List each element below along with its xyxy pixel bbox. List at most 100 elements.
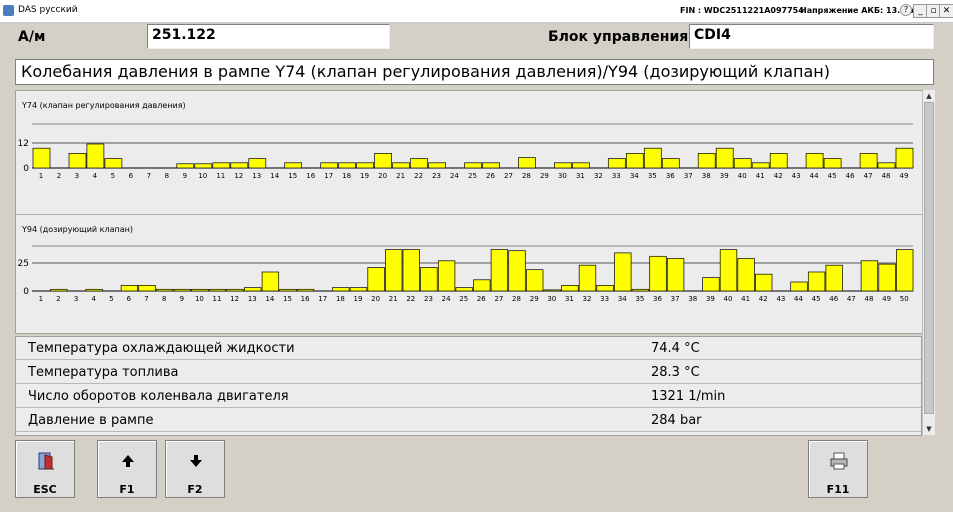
y74-bar [697, 153, 716, 169]
y74-bar [733, 158, 752, 169]
arrow-up-icon [122, 455, 134, 467]
y94-bar [807, 271, 826, 292]
y94-bar [473, 279, 491, 292]
y74-xtick-label: 36 [666, 172, 675, 180]
y94-xtick-label: 30 [547, 295, 556, 303]
y74-bar [607, 158, 626, 169]
y94-xtick-label: 34 [618, 295, 627, 303]
y94-bar [719, 249, 738, 292]
y94-bar [896, 249, 914, 292]
y94-xtick-label: 38 [688, 295, 697, 303]
param-name: Температура топлива [28, 365, 179, 380]
y74-xtick-label: 37 [684, 172, 693, 180]
y94-xtick-label: 50 [900, 295, 909, 303]
y94-xtick-label: 6 [127, 295, 132, 303]
y94-xtick-label: 43 [776, 295, 785, 303]
y74-xtick-label: 1 [39, 172, 43, 180]
y94-bar [561, 285, 579, 292]
y74-bar [751, 162, 770, 169]
y74-bar [428, 162, 446, 169]
y94-bar [296, 288, 315, 292]
y74-xtick-label: 40 [738, 172, 747, 180]
scroll-thumb[interactable] [924, 102, 934, 414]
y74-bar [392, 162, 410, 169]
y94-xtick-label: 7 [144, 295, 148, 303]
y94-bar [50, 288, 68, 292]
esc-button[interactable]: ESC [15, 440, 75, 498]
y74-bar [212, 162, 231, 169]
y74-ytick-label: 0 [23, 164, 29, 174]
y94-bar [420, 267, 438, 292]
y74-xtick-label: 38 [702, 172, 711, 180]
y94-xtick-label: 21 [389, 295, 398, 303]
y74-xtick-label: 12 [234, 172, 243, 180]
scroll-down-arrow-icon[interactable]: ▼ [923, 423, 935, 435]
y74-bar [554, 162, 572, 169]
y74-bar [176, 163, 195, 169]
y74-xtick-label: 26 [486, 172, 495, 180]
y94-xtick-label: 33 [600, 295, 609, 303]
y74-xtick-label: 28 [522, 172, 531, 180]
y74-bar [194, 163, 213, 169]
y94-bar [155, 288, 174, 292]
vertical-scrollbar[interactable]: ▲ ▼ [922, 90, 935, 435]
y74-xtick-label: 43 [792, 172, 801, 180]
y74-xtick-label: 45 [828, 172, 837, 180]
y94-xtick-label: 17 [318, 295, 327, 303]
y94-xtick-label: 15 [283, 295, 292, 303]
y94-bar [85, 288, 103, 292]
y94-xtick-label: 44 [794, 295, 803, 303]
param-row: Давление в рампе 284 bar [16, 409, 921, 432]
y74-bar [482, 162, 500, 169]
y74-xtick-label: 18 [342, 172, 351, 180]
y74-xtick-label: 46 [846, 172, 855, 180]
exit-door-icon [38, 452, 54, 470]
esc-label: ESC [33, 483, 57, 496]
f11-button[interactable]: F11 [808, 440, 868, 498]
y94-bar [437, 260, 456, 292]
y94-ytick-label: 0 [23, 287, 29, 297]
y94-xtick-label: 20 [371, 295, 380, 303]
y94-xtick-label: 3 [74, 295, 78, 303]
arrow-down-icon [190, 455, 202, 467]
y94-xtick-label: 14 [265, 295, 274, 303]
y74-bar [248, 158, 267, 169]
y74-bar [284, 162, 303, 169]
y94-bar [332, 287, 350, 292]
y94-xtick-label: 23 [424, 295, 433, 303]
y94-bar [279, 288, 297, 292]
y74-bar [104, 158, 123, 169]
y94-bar [173, 288, 191, 292]
y94-bar [349, 287, 368, 292]
y74-bar [338, 162, 357, 169]
y74-xtick-label: 32 [594, 172, 603, 180]
y94-bar [666, 258, 685, 292]
y74-xtick-label: 39 [720, 172, 729, 180]
y74-bar [823, 158, 842, 169]
y94-xtick-label: 8 [162, 295, 166, 303]
y94-ytick-label: 25 [18, 259, 29, 269]
f2-button[interactable]: F2 [165, 440, 225, 498]
param-value: 74.4 °C [651, 341, 700, 356]
f1-button[interactable]: F1 [97, 440, 157, 498]
y74-xtick-label: 33 [612, 172, 621, 180]
y74-xtick-label: 10 [198, 172, 207, 180]
y94-bar [825, 264, 843, 292]
y94-bar [226, 288, 244, 292]
scroll-up-arrow-icon[interactable]: ▲ [923, 90, 935, 102]
y74-xtick-label: 31 [576, 172, 585, 180]
y74-xtick-label: 5 [111, 172, 115, 180]
y74-xtick-label: 27 [504, 172, 513, 180]
y94-xtick-label: 32 [583, 295, 592, 303]
y94-xtick-label: 47 [847, 295, 856, 303]
y94-bar [543, 289, 561, 292]
y94-bar [631, 288, 650, 292]
y94-bar [860, 260, 879, 292]
y74-xtick-label: 22 [414, 172, 423, 180]
y94-xtick-label: 18 [336, 295, 345, 303]
y74-bar [356, 162, 374, 169]
y74-bar [625, 153, 644, 169]
param-name: Давление в рампе [28, 413, 154, 428]
y94-xtick-label: 29 [530, 295, 539, 303]
y74-xtick-label: 47 [864, 172, 873, 180]
